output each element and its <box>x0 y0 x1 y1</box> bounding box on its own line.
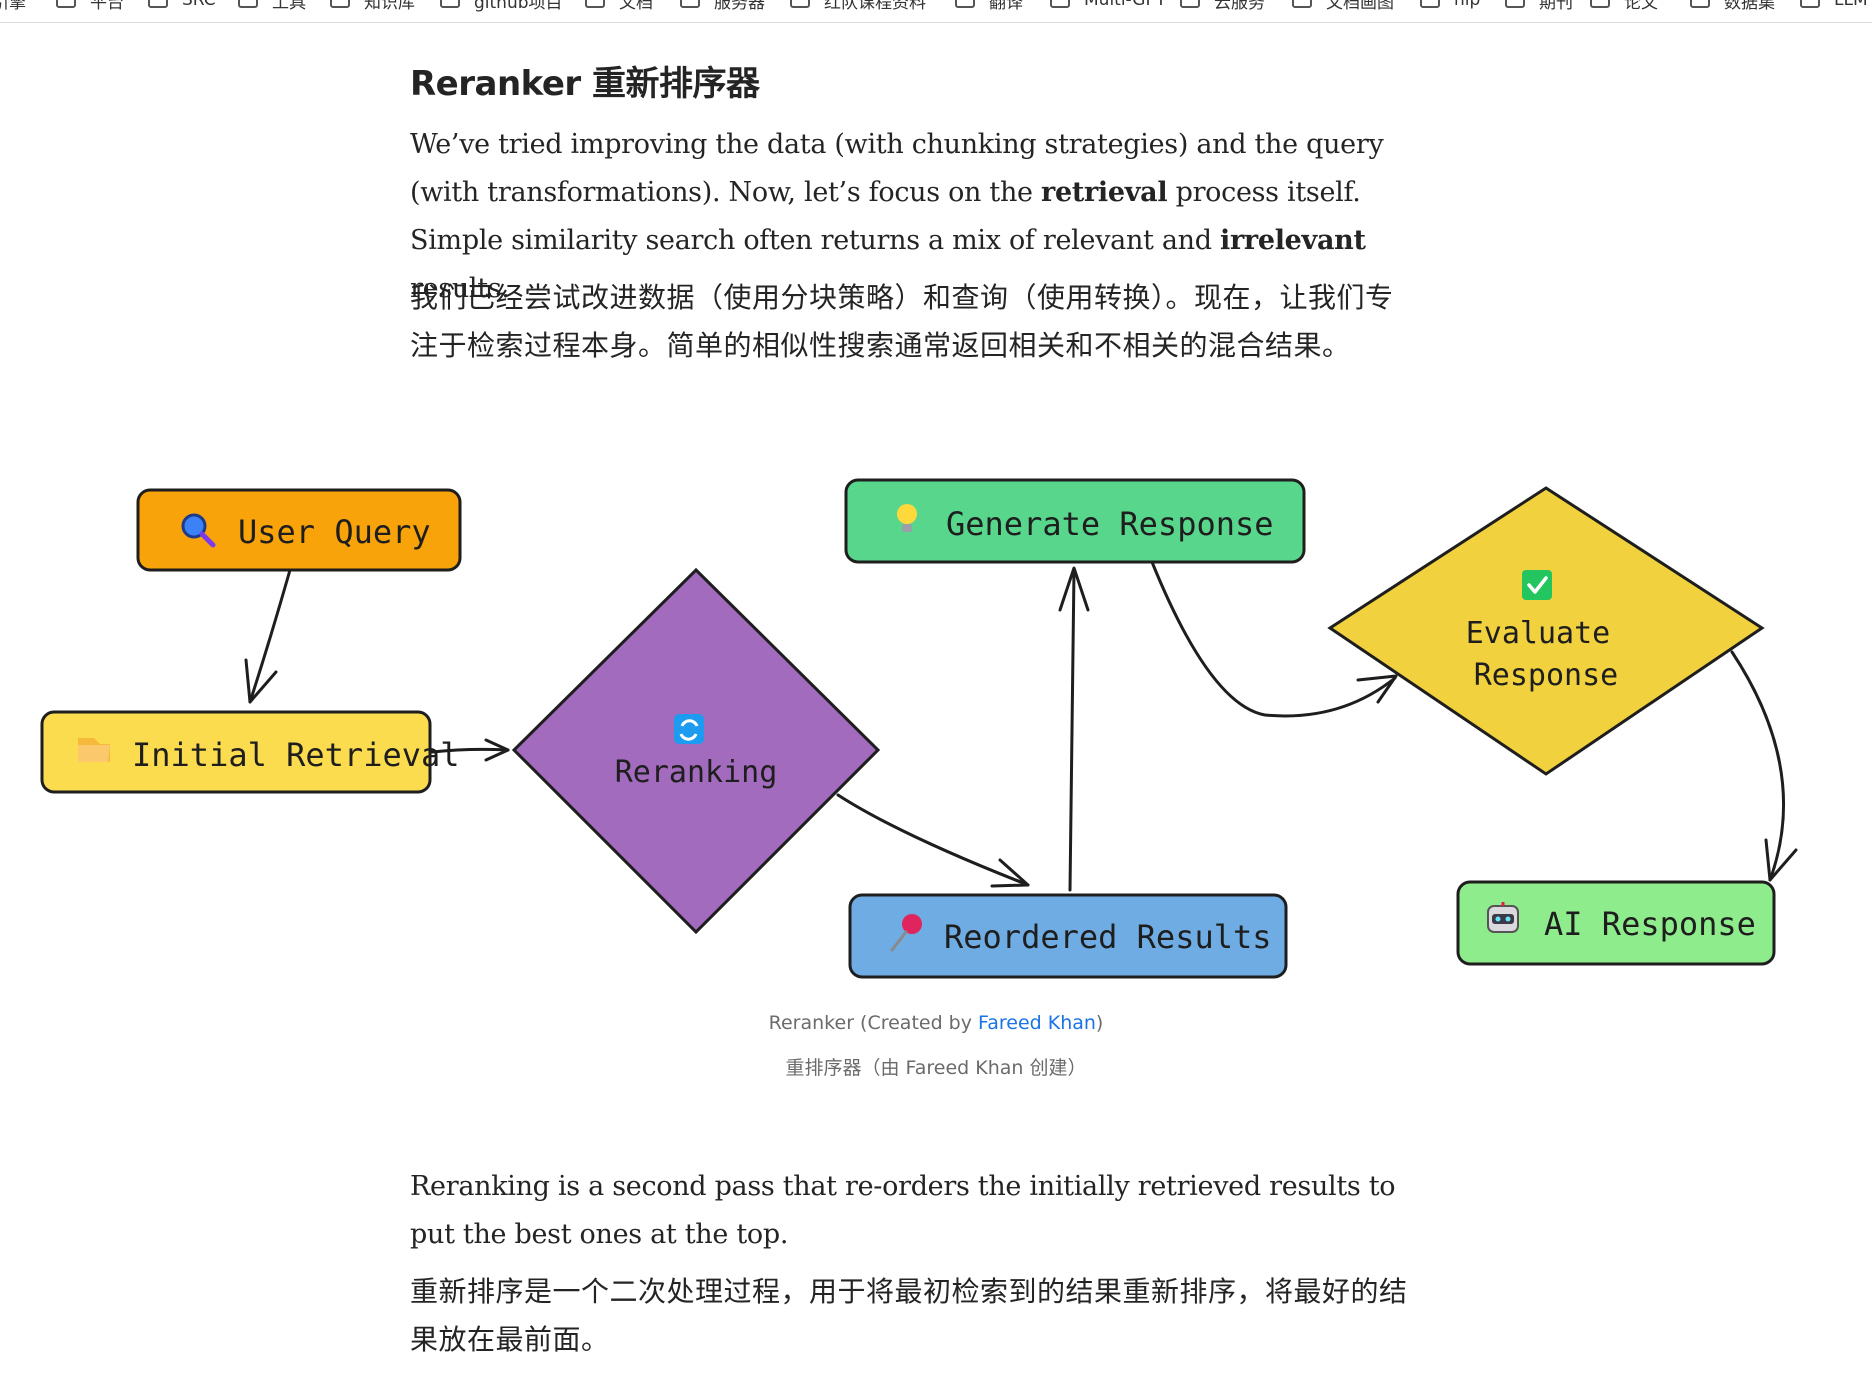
node-label: User Query <box>238 513 431 551</box>
folder-icon <box>1292 0 1312 8</box>
bookmark-label: 知识库 <box>364 0 415 13</box>
bookmark-label: 论文 <box>1624 0 1658 13</box>
bookmark-item[interactable]: 文档 <box>585 0 653 14</box>
node-label: Reordered Results <box>944 918 1272 956</box>
folder-icon <box>680 0 700 8</box>
bookmark-item[interactable]: Multi-GPT <box>1050 0 1166 14</box>
bookmark-label: 平台 <box>90 0 124 13</box>
node-label: Initial Retrieval <box>132 736 460 774</box>
node-label-line2: Response <box>1474 658 1619 693</box>
flow-arrow <box>1068 568 1076 892</box>
bookmark-label: github项目 <box>474 0 563 13</box>
folder-icon <box>56 0 76 8</box>
node-reranking: Reranking <box>511 567 881 935</box>
bookmarks-bar: 引擎 平台 SRC 工具 知识库 github项目 文档 服务器 红队课程资料 … <box>0 0 1872 23</box>
bookmark-item[interactable]: 红队课程资料 <box>790 0 926 14</box>
node-evaluate-response: Evaluate Response <box>1327 486 1765 776</box>
bookmark-item[interactable]: LLM <box>1800 0 1868 14</box>
bookmark-label: 文档画图 <box>1326 0 1394 13</box>
bookmark-item[interactable]: 期刊 <box>1505 0 1573 14</box>
node-label-line1: Evaluate <box>1466 616 1611 651</box>
node-ai-response: AI Response <box>1456 880 1776 966</box>
bold-text: irrelevant <box>1220 225 1366 256</box>
figure-caption-zh: 重排序器（由 Fareed Khan 创建） <box>785 1057 1087 1079</box>
section-heading: Reranker 重新排序器 <box>410 64 760 104</box>
bookmark-label: 文档 <box>619 0 653 13</box>
folder-icon <box>790 0 810 8</box>
folder-icon <box>955 0 975 8</box>
bookmark-label: 云服务 <box>1214 0 1265 13</box>
reranking-paragraph-zh: 重新排序是一个二次处理过程，用于将最初检索到的结果重新排序，将最好的结果放在最前… <box>410 1275 1408 1356</box>
node-user-query: User Query <box>136 488 462 572</box>
bookmark-item[interactable]: 云服务 <box>1180 0 1265 14</box>
node-initial-retrieval: Initial Retrieval <box>40 710 460 794</box>
reranking-paragraph-en: Reranking is a second pass that re-order… <box>410 1171 1396 1250</box>
bookmark-item[interactable]: 翻译 <box>955 0 1023 14</box>
checkmark-icon <box>1522 570 1552 600</box>
bookmark-item[interactable]: SRC <box>148 0 216 14</box>
folder-icon <box>1800 0 1820 8</box>
figure-caption-en: Reranker (Created by Fareed Khan) <box>0 1012 1872 1034</box>
folder-icon <box>1590 0 1610 8</box>
bookmark-item[interactable]: 数据集 <box>1690 0 1775 14</box>
node-label: AI Response <box>1544 905 1756 943</box>
bookmark-item[interactable]: 文档画图 <box>1292 0 1394 14</box>
bookmark-item[interactable]: 知识库 <box>330 0 415 14</box>
bookmark-label: hip <box>1454 0 1481 10</box>
folder-icon <box>330 0 350 8</box>
folder-icon <box>148 0 168 8</box>
folder-icon <box>1180 0 1200 8</box>
reranker-flow-diagram: User Query Initial Retrieval Reranking R… <box>40 478 1798 979</box>
bookmark-label: 服务器 <box>714 0 765 13</box>
bookmark-item[interactable]: github项目 <box>440 0 563 14</box>
bookmark-label: Multi-GPT <box>1084 0 1167 10</box>
caption-text: Reranker (Created by <box>768 1012 979 1034</box>
caption-text: ) <box>1095 1012 1104 1034</box>
bold-text: retrieval <box>1041 177 1168 208</box>
folder-icon <box>1505 0 1525 8</box>
bookmark-item[interactable]: 平台 <box>56 0 124 14</box>
folder-icon <box>1690 0 1710 8</box>
bookmark-item[interactable]: 论文 <box>1590 0 1658 14</box>
folder-icon <box>1420 0 1440 8</box>
bookmark-label: 工具 <box>272 0 306 13</box>
bookmark-label: LLM <box>1834 0 1868 10</box>
flow-arrow <box>1730 650 1785 882</box>
folder-icon <box>238 0 258 8</box>
bookmark-label: 引擎 <box>0 0 26 13</box>
node-label: Reranking <box>615 755 778 790</box>
folder-icon <box>440 0 460 8</box>
bookmark-label: SRC <box>182 0 216 10</box>
bookmark-label: 数据集 <box>1724 0 1775 13</box>
node-generate-response: Generate Response <box>844 478 1306 564</box>
node-label: Generate Response <box>946 505 1274 543</box>
refresh-icon <box>674 714 704 744</box>
folder-icon <box>585 0 605 8</box>
intro-paragraph-zh: 我们已经尝试改进数据（使用分块策略）和查询（使用转换）。现在，让我们专注于检索过… <box>410 281 1394 362</box>
folder-icon <box>1050 0 1070 8</box>
flow-arrow <box>836 793 1030 887</box>
author-link[interactable]: Fareed Khan <box>978 1012 1096 1034</box>
bookmark-item[interactable]: 引擎 <box>0 0 26 14</box>
flow-arrow <box>248 568 292 704</box>
bookmark-item[interactable]: hip <box>1420 0 1480 14</box>
bookmark-item[interactable]: 服务器 <box>680 0 765 14</box>
bookmark-label: 红队课程资料 <box>824 0 926 13</box>
bookmark-item[interactable]: 工具 <box>238 0 306 14</box>
bookmark-label: 期刊 <box>1539 0 1573 13</box>
node-reordered-results: Reordered Results <box>848 893 1288 979</box>
robot-icon <box>1487 902 1519 933</box>
bookmark-label: 翻译 <box>989 0 1023 13</box>
